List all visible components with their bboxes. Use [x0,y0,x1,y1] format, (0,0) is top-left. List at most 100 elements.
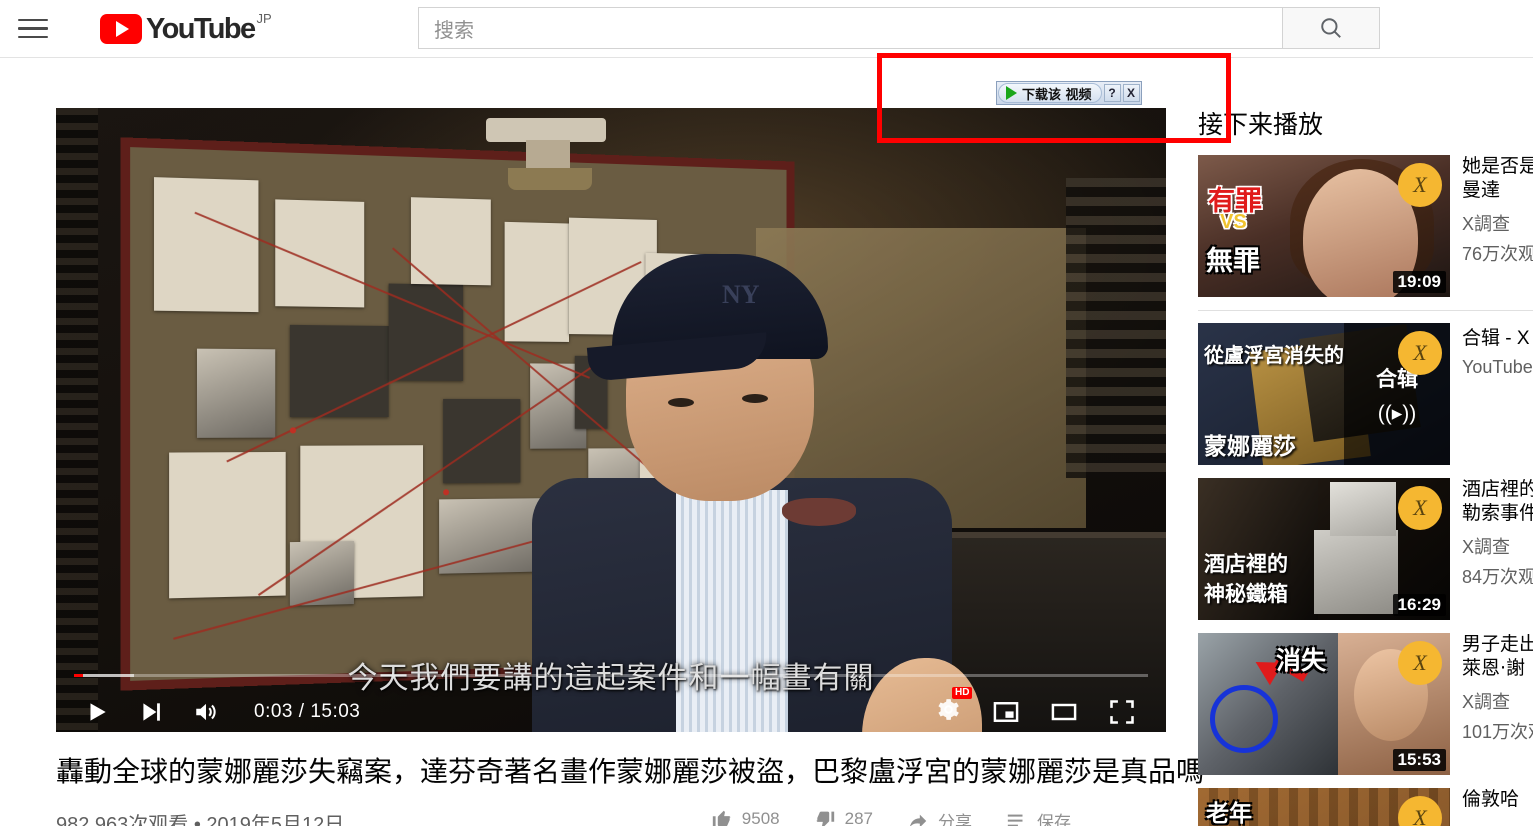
channel-badge-icon: X [1398,163,1442,207]
volume-button[interactable] [192,699,220,725]
list-item[interactable]: 酒店裡的 神秘鐵箱 X 16:29 酒店裡的 勒索事件 X調查 84万次观 [1198,478,1533,620]
share-arrow-icon [907,810,929,826]
pin [290,427,296,433]
time-display: 0:03 / 15:03 [254,701,360,723]
download-video-button[interactable]: 下载该 视频 [998,83,1102,103]
list-item-text: 她是否是 曼達 X調查 76万次观 [1462,155,1533,297]
logo-country-code: JP [257,12,272,25]
video-meta-row: 982,963次观看 • 2019年5月12日 9508 287 分享 保存 [56,808,1166,826]
player-controls-right: HD [935,696,1166,728]
youtube-wordmark: YouTube [146,14,255,44]
clipping [197,349,275,438]
search-button[interactable] [1282,7,1380,49]
like-button[interactable]: 9508 [711,808,780,826]
window-blinds [56,108,98,732]
hamburger-menu-icon[interactable] [18,14,48,44]
list-item-text: 男子走出 萊恩·謝 X調查 101万次观 [1462,633,1533,775]
green-play-triangle-icon [1006,86,1017,100]
download-close-button[interactable]: X [1123,84,1140,102]
play-triangle [116,21,129,37]
thumb-text-line2: VS [1220,211,1247,234]
player-controls: 0:03 / 15:03 HD [56,691,1166,732]
video-title-line1: 男子走出 [1462,633,1533,657]
list-item-text: 合辑 - X YouTube [1462,323,1533,465]
thumb-text-line2: 神秘鐵箱 [1204,578,1288,608]
thumb-circle-highlight [1210,685,1278,753]
ceiling-lamp-neck [526,140,570,170]
list-item[interactable]: 有罪 VS 無罪 X 19:09 她是否是 曼達 X調查 76万次观 [1198,155,1533,297]
right-window [1066,178,1166,478]
dislike-button[interactable]: 287 [814,808,873,826]
settings-gear-button[interactable]: HD [935,696,962,728]
theater-mode-button[interactable] [1050,698,1078,726]
youtube-watch-page: YouTube JP 搜索 NY 今天我們要講的這起案件和一幅畫有關 0:03 … [0,0,1533,826]
list-item[interactable]: 消失 X 15:53 男子走出 萊恩·謝 X調查 101万次观 [1198,633,1533,775]
video-player[interactable]: NY 今天我們要講的這起案件和一幅畫有關 0:03 / 15:03 HD [56,108,1166,732]
play-button[interactable] [84,699,110,725]
thumb-text-line1: 消失 [1276,641,1326,677]
progress-bar[interactable] [74,674,1148,678]
mix-title: 合辑 - X [1462,323,1533,350]
channel-badge-icon: X [1398,331,1442,375]
thumbs-down-icon [814,808,836,826]
video-duration: 15:53 [1393,749,1446,771]
video-thumbnail[interactable]: 酒店裡的 神秘鐵箱 X 16:29 [1198,478,1450,620]
list-item[interactable]: 從盧浮宮消失的 蒙娜麗莎 合辑 ((▸)) X 合辑 - X YouTube [1198,323,1533,465]
channel-name[interactable]: X調查 [1462,688,1533,714]
thumb-text-line1: 老年 [1206,794,1252,826]
channel-name[interactable]: X調查 [1462,210,1533,236]
video-thumbnail[interactable]: 消失 X 15:53 [1198,633,1450,775]
search-area: 搜索 [418,7,1380,49]
list-item-text: 酒店裡的 勒索事件 X調查 84万次观 [1462,478,1533,620]
thumb-text-line1: 酒店裡的 [1204,548,1288,578]
view-count: 101万次观 [1462,718,1533,744]
video-duration: 19:09 [1393,271,1446,293]
channel-name[interactable]: X調查 [1462,533,1533,559]
hamburger-line [18,27,48,30]
download-video-widget[interactable]: 下载该 视频 ? X [996,81,1142,105]
view-count-and-date: 982,963次观看 • 2019年5月12日 [56,808,344,826]
masthead: YouTube JP 搜索 [0,0,1533,58]
video-duration: 16:29 [1393,594,1446,616]
gear-icon [935,696,962,723]
thumb-text-line3: 無罪 [1206,239,1260,278]
ceiling-lamp-shade [508,168,592,190]
download-video-label: 下载该 视频 [1022,84,1092,103]
video-title-line1: 她是否是 [1462,155,1533,179]
view-count: 84万次观 [1462,563,1533,589]
list-item-text: 倫敦哈 [1462,788,1533,826]
youtube-logo[interactable]: YouTube JP [100,14,272,44]
youtube-play-icon [100,14,142,44]
video-action-bar: 9508 287 分享 保存 [711,808,1166,826]
miniplayer-button[interactable] [992,698,1020,726]
player-controls-left: 0:03 / 15:03 [56,699,360,725]
thumbs-up-icon [711,808,733,826]
hamburger-line [18,19,48,22]
video-title: 轟動全球的蒙娜麗莎失竊案，達芬奇著名畫作蒙娜麗莎被盜，巴黎盧浮宮的蒙娜麗莎是真品… [56,754,1166,790]
share-button[interactable]: 分享 [907,808,972,826]
thumb-safe-lid [1330,482,1396,536]
channel-name[interactable]: YouTube [1462,357,1533,378]
presenter-eye [668,398,694,407]
video-thumbnail[interactable]: 老年 X [1198,788,1450,826]
video-thumbnail[interactable]: 有罪 VS 無罪 X 19:09 [1198,155,1450,297]
search-input[interactable]: 搜索 [418,7,1282,49]
channel-badge-icon: X [1398,486,1442,530]
video-title-line1: 倫敦哈 [1462,788,1533,812]
video-title-line2: 曼達 [1462,179,1533,203]
playlist-play-icon: ((▸)) [1378,401,1417,426]
share-label: 分享 [938,808,972,826]
video-frame-scene: NY [56,108,1166,732]
next-video-button[interactable] [138,699,164,725]
video-thumbnail[interactable]: 從盧浮宮消失的 蒙娜麗莎 合辑 ((▸)) X [1198,323,1450,465]
list-item[interactable]: 老年 X 倫敦哈 [1198,788,1533,826]
save-label: 保存 [1037,808,1071,826]
fullscreen-button[interactable] [1108,698,1136,726]
thumb-text-line1: 從盧浮宮消失的 [1204,339,1344,368]
like-count: 9508 [742,809,780,826]
download-help-button[interactable]: ? [1104,84,1121,102]
search-icon [1318,15,1344,41]
search-placeholder: 搜索 [434,14,474,43]
view-count: 76万次观 [1462,240,1533,266]
save-button[interactable]: 保存 [1006,808,1071,826]
